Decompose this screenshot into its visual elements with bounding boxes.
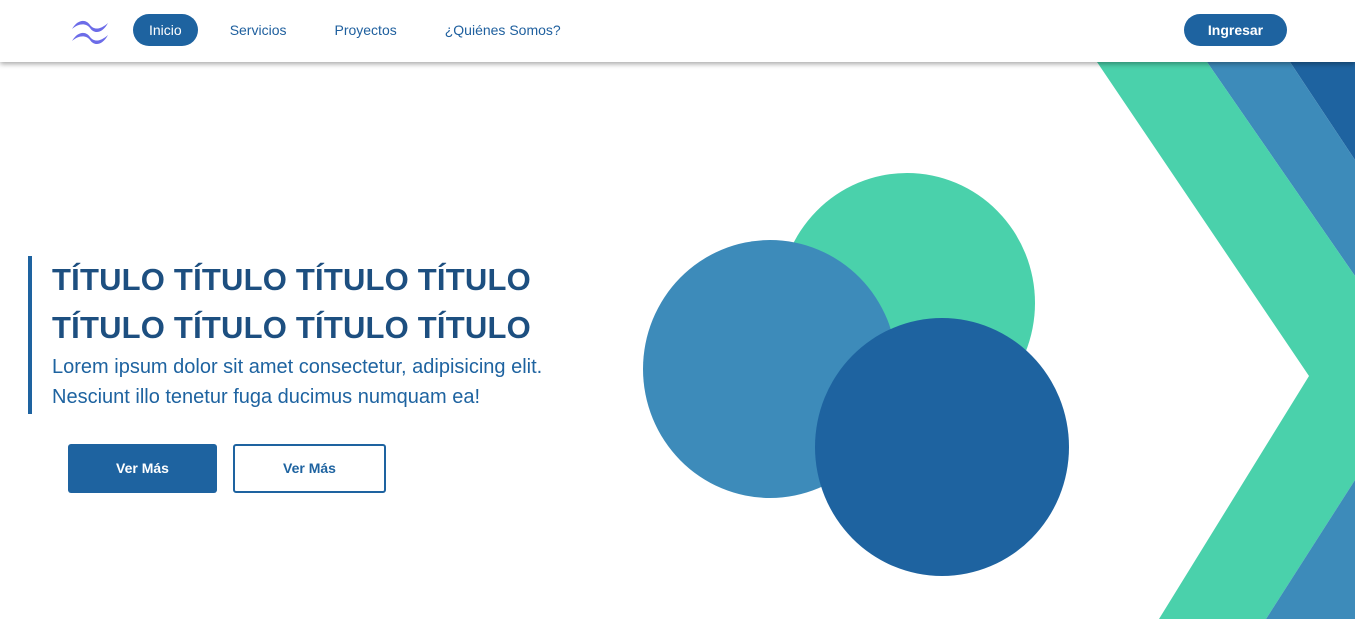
nav-item-proyectos[interactable]: Proyectos xyxy=(318,14,412,46)
hero-subtitle-line-2: Nesciunt illo tenetur fuga ducimus numqu… xyxy=(52,386,481,408)
login-button[interactable]: Ingresar xyxy=(1184,14,1287,46)
hero-title: TÍTULO TÍTULO TÍTULO TÍTULO TÍTULO TÍTUL… xyxy=(52,256,592,352)
nav-item-inicio[interactable]: Inicio xyxy=(133,14,198,46)
hero-title-line-2: TÍTULO TÍTULO TÍTULO TÍTULO xyxy=(52,310,531,345)
nav-item-servicios[interactable]: Servicios xyxy=(214,14,303,46)
navbar: Inicio Servicios Proyectos ¿Quiénes Somo… xyxy=(0,0,1355,62)
hero-text-block: TÍTULO TÍTULO TÍTULO TÍTULO TÍTULO TÍTUL… xyxy=(28,256,592,414)
hero-subtitle: Lorem ipsum dolor sit amet consectetur, … xyxy=(52,352,592,414)
hero-section: TÍTULO TÍTULO TÍTULO TÍTULO TÍTULO TÍTUL… xyxy=(0,0,1355,619)
nav-item-quienes-somos[interactable]: ¿Quiénes Somos? xyxy=(429,14,577,46)
hero-subtitle-line-1: Lorem ipsum dolor sit amet consectetur, … xyxy=(52,356,543,378)
tailwind-logo-icon[interactable] xyxy=(70,15,110,45)
hero-title-line-1: TÍTULO TÍTULO TÍTULO TÍTULO xyxy=(52,262,531,297)
hero-buttons: Ver Más Ver Más xyxy=(68,444,386,493)
nav-menu: Inicio Servicios Proyectos ¿Quiénes Somo… xyxy=(133,14,577,46)
ver-mas-primary-button[interactable]: Ver Más xyxy=(68,444,217,493)
ver-mas-secondary-button[interactable]: Ver Más xyxy=(233,444,386,493)
landing-page: Inicio Servicios Proyectos ¿Quiénes Somo… xyxy=(0,0,1355,619)
